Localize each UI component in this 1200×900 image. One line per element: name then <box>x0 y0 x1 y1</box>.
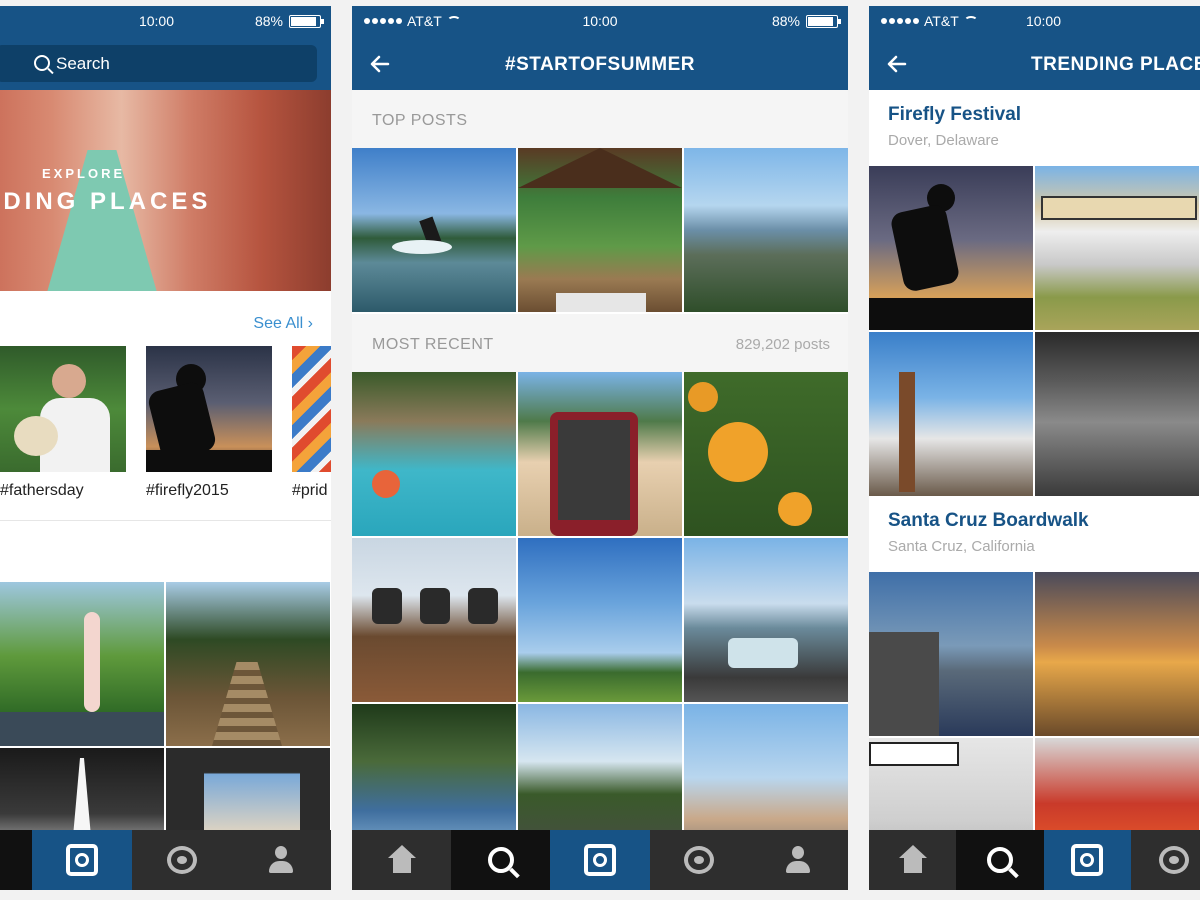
place-location: Dover, Delaware <box>888 132 999 149</box>
app-screenshots: 10:00 88% Search EXPLORE NDING PLACES Se… <box>0 0 1200 900</box>
page-title: #STARTOFSUMMER <box>505 54 695 75</box>
hashtag-label: #firefly2015 <box>146 482 229 499</box>
back-arrow-icon[interactable] <box>885 52 909 76</box>
photo-tile[interactable] <box>869 166 1033 330</box>
top-posts-header: TOP POSTS <box>352 90 848 148</box>
tab-search[interactable] <box>956 830 1044 890</box>
battery-icon <box>289 14 324 28</box>
photo-tile[interactable] <box>1035 572 1199 736</box>
hashtag-image <box>0 346 126 472</box>
search-label: Search <box>56 53 110 73</box>
hashtag-label: #prid <box>292 482 328 499</box>
hashtag-card[interactable]: #prid <box>292 346 331 500</box>
trending-places-banner[interactable]: EXPLORE NDING PLACES <box>0 90 331 291</box>
tab-home[interactable] <box>869 830 956 890</box>
tab-home[interactable] <box>352 830 451 890</box>
most-recent-header: MOST RECENT 829,202 posts <box>352 314 848 372</box>
tab-activity[interactable] <box>1131 830 1200 890</box>
battery-icon <box>806 14 841 28</box>
place-name: Firefly Festival <box>888 104 1022 125</box>
tab-activity[interactable] <box>650 830 749 890</box>
top-posts-grid <box>352 148 848 312</box>
nav-bar: Search <box>0 38 331 90</box>
tab-explore[interactable] <box>550 830 650 890</box>
battery-percent: 88% <box>771 13 800 29</box>
chat-icon <box>684 846 715 874</box>
post-count: 829,202 posts <box>735 336 830 353</box>
photo-tile[interactable] <box>518 372 682 536</box>
photo-tile[interactable] <box>352 372 516 536</box>
battery-indicator: 88% <box>771 13 841 29</box>
photo-tile[interactable] <box>1035 166 1199 330</box>
photo-tile[interactable] <box>684 538 848 702</box>
chat-icon <box>166 846 197 874</box>
explore-icon <box>584 844 616 876</box>
tab-bar <box>0 830 331 890</box>
hashtag-card[interactable]: #firefly2015 <box>146 346 272 500</box>
chat-icon <box>1159 846 1190 874</box>
hashtag-card[interactable]: #fathersday <box>0 346 126 500</box>
hashtags-header: See All › <box>0 291 331 346</box>
photo-tile[interactable] <box>0 582 164 746</box>
photo-tile[interactable] <box>518 538 682 702</box>
tab-activity[interactable] <box>132 830 232 890</box>
home-icon <box>898 845 928 875</box>
banner-headline: NDING PLACES <box>0 188 212 215</box>
photo-tile[interactable] <box>869 332 1033 496</box>
search-input[interactable]: Search <box>0 45 317 82</box>
place-header[interactable]: Santa Cruz Boardwalk Santa Cruz, Califor… <box>869 496 1200 572</box>
photo-tile[interactable] <box>1035 332 1199 496</box>
recent-posts-grid <box>352 372 848 868</box>
top-posts-label: TOP POSTS <box>372 112 468 129</box>
status-bar: AT&T 10:00 88% <box>352 6 848 38</box>
profile-icon <box>785 846 811 874</box>
phone-explore: 10:00 88% Search EXPLORE NDING PLACES Se… <box>0 6 331 890</box>
tab-search[interactable] <box>451 830 551 890</box>
tab-explore[interactable] <box>32 830 132 890</box>
hashtag-image <box>292 346 331 472</box>
photo-tile[interactable] <box>684 148 848 312</box>
status-bar: 10:00 88% <box>0 6 331 38</box>
hashtag-label: #fathersday <box>0 482 84 499</box>
see-all-link[interactable]: See All › <box>253 315 313 333</box>
place-location: Santa Cruz, California <box>888 538 1035 555</box>
place-header[interactable]: Firefly Festival Dover, Delaware <box>869 90 1200 166</box>
search-icon <box>986 847 1013 873</box>
banner-kicker: EXPLORE <box>42 166 126 181</box>
profile-icon <box>268 846 294 874</box>
tab-bar <box>352 830 848 890</box>
place-photo-grid <box>869 166 1200 496</box>
photo-tile[interactable] <box>869 572 1033 736</box>
place-name: Santa Cruz Boardwalk <box>888 510 1089 531</box>
photo-tile[interactable] <box>352 538 516 702</box>
phone-hashtag: AT&T 10:00 88% #STARTOFSUMMER TOP POSTS <box>352 6 848 890</box>
photo-tile[interactable] <box>166 582 330 746</box>
photo-tile[interactable] <box>352 148 516 312</box>
search-icon <box>34 55 50 71</box>
most-recent-label: MOST RECENT <box>372 336 494 353</box>
tab-search[interactable] <box>0 830 32 890</box>
search-icon <box>487 847 514 873</box>
status-time: 10:00 <box>1025 13 1062 29</box>
photo-tile[interactable] <box>518 148 682 312</box>
tab-profile[interactable] <box>231 830 331 890</box>
photo-tile[interactable] <box>684 372 848 536</box>
nav-bar: TRENDING PLACES <box>869 38 1200 90</box>
page-title: TRENDING PLACES <box>1031 54 1200 75</box>
tab-bar <box>869 830 1200 890</box>
home-icon <box>387 845 417 875</box>
phone-trending-places: AT&T 10:00 TRENDING PLACES Firefly Festi… <box>869 6 1200 890</box>
tab-profile[interactable] <box>749 830 848 890</box>
status-bar: AT&T 10:00 <box>869 6 1200 38</box>
nav-bar: #STARTOFSUMMER <box>352 38 848 90</box>
tab-explore[interactable] <box>1043 830 1131 890</box>
explore-icon <box>1071 844 1104 876</box>
hashtag-row: #fathersday #firefly2015 #prid <box>0 346 331 500</box>
battery-percent: 88% <box>254 13 283 29</box>
explore-icon <box>65 844 98 876</box>
hashtag-image <box>146 346 272 472</box>
battery-indicator: 88% <box>254 13 324 29</box>
